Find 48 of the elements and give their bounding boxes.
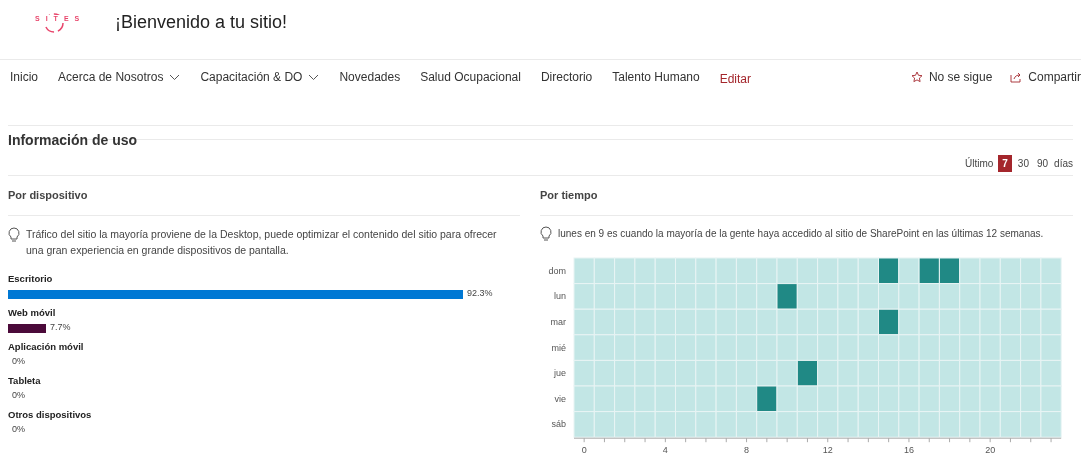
tip-text: lunes en 9 es cuando la mayoría de la gente haya accedido al sitio de SharePoint en las últimas 12 semanas. xyxy=(558,227,1044,241)
tick-label: 8 xyxy=(744,445,750,456)
share-icon xyxy=(1010,71,1023,83)
panel-title: Por tiempo xyxy=(540,188,598,204)
range-unit: días xyxy=(1054,156,1073,171)
section-title: Información de uso xyxy=(8,131,138,150)
percent-value: 0% xyxy=(12,355,25,369)
percent-value: 0% xyxy=(12,423,25,437)
day-label: lun xyxy=(554,291,566,302)
nav-link[interactable]: Directorio xyxy=(540,68,593,86)
device-label: Web móvil xyxy=(8,306,57,320)
star-icon xyxy=(910,71,923,83)
nav-link[interactable]: Novedades xyxy=(339,68,401,86)
percent-value: 0% xyxy=(12,389,25,403)
tick-label: 4 xyxy=(662,445,668,456)
range-label: Último xyxy=(964,156,994,171)
nav-link[interactable]: Capacitación & DO xyxy=(200,68,320,86)
tick-label: 0 xyxy=(581,445,587,456)
device-label: Tableta xyxy=(8,374,42,388)
nav-link[interactable]: Inicio xyxy=(10,68,38,86)
day-label: vie xyxy=(554,393,566,404)
day-label: dom xyxy=(548,265,566,276)
day-label: sáb xyxy=(551,419,566,430)
range-option[interactable]: 90 xyxy=(1034,154,1051,172)
nav-link[interactable]: Salud Ocupacional xyxy=(420,68,521,86)
lightbulb-icon xyxy=(540,226,552,242)
action-button[interactable]: No se sigue xyxy=(910,68,993,86)
percent-value: 92.3% xyxy=(467,287,493,301)
day-label: mar xyxy=(550,317,566,327)
action-button[interactable]: Compartir xyxy=(1010,68,1081,86)
nav-link[interactable]: Acerca de Nosotros xyxy=(58,68,181,86)
edit-link[interactable]: Editar xyxy=(719,70,751,88)
device-label: Otros dispositivos xyxy=(8,408,93,422)
tick-label: 20 xyxy=(985,445,996,456)
tick-label: 12 xyxy=(822,445,833,456)
nav-link[interactable]: Talento Humano xyxy=(612,68,700,86)
tip-text: Tráfico del sitio la mayoría proviene de la Desktop, puede optimizar el contenido del sitio para ofrecer una gran experiencia en grande dispositivos de pantalla. xyxy=(26,227,498,258)
panel-title: Por dispositivo xyxy=(8,188,88,204)
range-option[interactable]: 7 xyxy=(998,154,1012,172)
percent-value: 7.7% xyxy=(49,321,71,335)
range-option[interactable]: 30 xyxy=(1015,154,1031,172)
device-label: Escritorio xyxy=(8,272,54,286)
day-label: jue xyxy=(554,368,566,379)
day-label: mié xyxy=(551,342,566,353)
lightbulb-icon xyxy=(8,227,20,243)
device-label: Aplicación móvil xyxy=(8,340,85,354)
site-title: ¡Bienvenido a tu sitio! xyxy=(115,11,288,34)
tick-label: 16 xyxy=(903,445,914,456)
